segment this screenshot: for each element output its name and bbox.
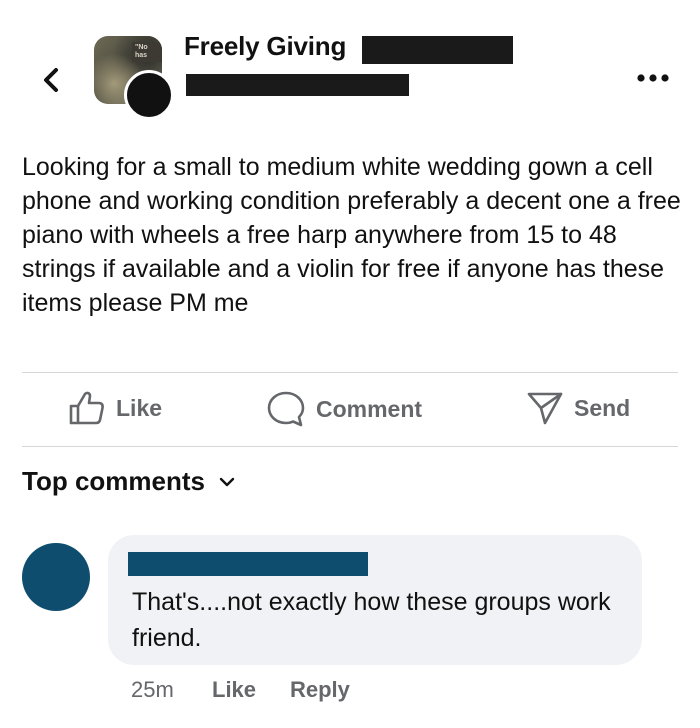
comment-timestamp: 25m (131, 677, 174, 702)
send-button[interactable]: Send (526, 390, 630, 426)
redacted-author-name (362, 36, 513, 64)
comment-label: Comment (316, 395, 423, 422)
like-label: Like (116, 394, 163, 421)
like-button[interactable]: Like (68, 390, 162, 426)
top-comments-filter[interactable]: Top comments (22, 466, 235, 497)
avatar-sign: "No has (132, 42, 162, 62)
send-label: Send (574, 394, 631, 421)
comment-like-button[interactable]: Like (212, 677, 256, 703)
comment-reply-button[interactable]: Reply (290, 677, 350, 703)
comment-bubble-icon (267, 391, 305, 427)
redacted-commenter-name (128, 552, 368, 576)
author-avatar[interactable] (124, 70, 174, 120)
comment-button[interactable]: Comment (266, 390, 422, 428)
group-name[interactable]: Freely Giving (184, 31, 346, 62)
chevron-left-icon (44, 68, 58, 92)
send-icon (527, 392, 563, 425)
chevron-down-icon (219, 477, 235, 486)
top-comments-label: Top comments (22, 466, 205, 496)
more-horizontal-icon (637, 74, 669, 82)
more-options-button[interactable] (636, 70, 670, 86)
divider-top (22, 372, 678, 373)
thumbs-up-icon (69, 391, 104, 425)
commenter-avatar[interactable] (22, 543, 90, 611)
divider-bottom (22, 446, 678, 447)
back-button[interactable] (36, 64, 68, 96)
comment-text: That's....not exactly how these groups w… (132, 588, 611, 652)
post-text: Looking for a small to medium white wedd… (22, 153, 681, 317)
redacted-post-meta (186, 74, 409, 96)
